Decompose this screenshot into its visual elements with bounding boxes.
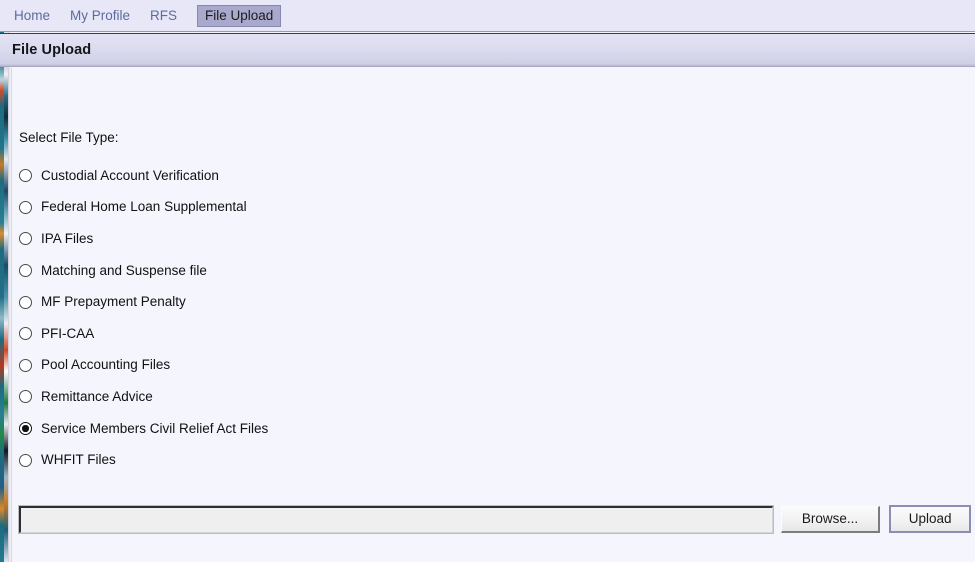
radio-option-label: Matching and Suspense file [41,262,207,278]
radio-option-label: MF Prepayment Penalty [41,294,186,310]
radio-icon[interactable] [19,327,32,341]
file-path-input[interactable] [18,504,774,534]
nav-item-home[interactable]: Home [14,6,50,26]
radio-option-pfi-caa[interactable]: PFI-CAA [19,318,719,350]
radio-option-label: IPA Files [41,230,94,246]
radio-icon[interactable] [19,390,32,404]
radio-option-label: Federal Home Loan Supplemental [41,199,247,215]
radio-icon[interactable] [19,232,32,246]
radio-icon[interactable] [19,453,32,467]
radio-option-label: WHFIT Files [41,452,116,468]
radio-icon[interactable] [19,200,32,214]
browse-button[interactable]: Browse... [780,505,881,533]
radio-icon-selected[interactable] [19,422,32,436]
nav-item-rfs[interactable]: RFS [150,6,177,26]
radio-option-label: Pool Accounting Files [41,357,171,373]
radio-option-matching-and-suspense-file[interactable]: Matching and Suspense file [19,255,719,287]
radio-icon[interactable] [19,358,32,372]
page-header-band: File Upload [0,33,975,67]
radio-option-remittance-advice[interactable]: Remittance Advice [19,381,719,413]
main-content-area: Select File Type: Custodial Account Veri… [11,68,975,562]
file-upload-page: Home My Profile RFS File Upload File Upl… [0,0,975,562]
truncated-sidebar-sliver [0,32,11,562]
radio-option-label: Remittance Advice [41,388,153,404]
select-file-type-label: Select File Type: [19,130,119,145]
radio-option-label: PFI-CAA [41,325,95,341]
upload-button[interactable]: Upload [889,505,971,533]
nav-item-file-upload[interactable]: File Upload [197,4,282,27]
radio-option-custodial-account-verification[interactable]: Custodial Account Verification [19,160,719,192]
radio-option-whfit-files[interactable]: WHFIT Files [19,444,719,476]
file-upload-controls-row: Browse... Upload [18,504,971,534]
radio-option-mf-prepayment-penalty[interactable]: MF Prepayment Penalty [19,286,719,318]
radio-option-federal-home-loan-supplemental[interactable]: Federal Home Loan Supplemental [19,192,719,224]
radio-option-service-members-civil-relief-act-files[interactable]: Service Members Civil Relief Act Files [19,413,719,445]
radio-option-ipa-files[interactable]: IPA Files [19,223,719,255]
radio-option-pool-accounting-files[interactable]: Pool Accounting Files [19,350,719,382]
top-navigation-bar: Home My Profile RFS File Upload [0,0,975,32]
nav-item-my-profile[interactable]: My Profile [70,6,130,26]
file-type-radio-group: Custodial Account Verification Federal H… [19,160,719,476]
radio-option-label: Custodial Account Verification [41,167,219,183]
page-title: File Upload [12,42,92,58]
radio-icon[interactable] [19,169,32,183]
radio-icon[interactable] [19,295,32,309]
radio-option-label: Service Members Civil Relief Act Files [41,420,269,436]
radio-icon[interactable] [19,264,32,278]
